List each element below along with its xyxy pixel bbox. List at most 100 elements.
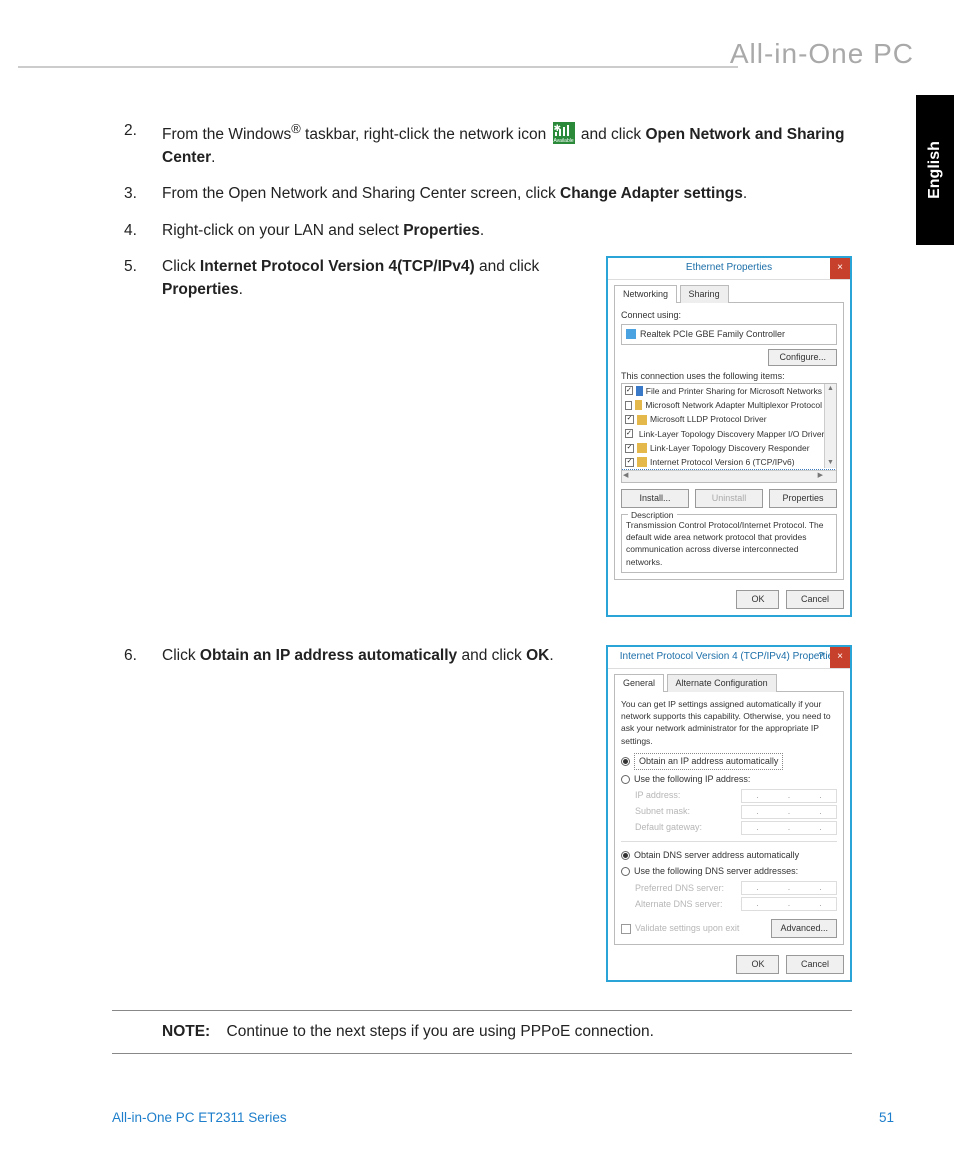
uses-items-label: This connection uses the following items… — [621, 370, 837, 383]
radio-use-ip[interactable]: Use the following IP address: — [621, 773, 837, 786]
protocol-list-item[interactable]: Link-Layer Topology Discovery Mapper I/O… — [622, 427, 836, 441]
install-button[interactable]: Install... — [621, 489, 689, 508]
bold-text: Internet Protocol Version 4(TCP/IPv4) — [200, 258, 475, 275]
intro-text: You can get IP settings assigned automat… — [621, 698, 837, 747]
step-2: 2. From the Windows® taskbar, right-clic… — [112, 120, 852, 169]
ethernet-properties-dialog: Ethernet Properties × Networking Sharing… — [606, 256, 852, 617]
checkbox-icon[interactable] — [625, 415, 634, 424]
dialog-titlebar: Internet Protocol Version 4 (TCP/IPv4) P… — [608, 647, 850, 669]
language-label: English — [926, 141, 944, 199]
checkbox-icon[interactable] — [625, 429, 633, 438]
help-icon[interactable]: ? — [812, 647, 830, 668]
step-number: 6. — [124, 645, 137, 667]
step-text: . — [743, 185, 747, 202]
ok-button[interactable]: OK — [736, 590, 779, 609]
step-number: 2. — [124, 120, 137, 142]
cancel-button[interactable]: Cancel — [786, 590, 844, 609]
configure-button[interactable]: Configure... — [768, 349, 837, 366]
bold-text: Change Adapter settings — [560, 185, 743, 202]
protocol-list-item[interactable]: Microsoft Network Adapter Multiplexor Pr… — [622, 398, 836, 412]
bold-text: Properties — [403, 222, 480, 239]
radio-label: Use the following IP address: — [634, 773, 750, 786]
radio-obtain-ip-auto[interactable]: Obtain an IP address automatically — [621, 753, 837, 770]
description-text: Transmission Control Protocol/Internet P… — [626, 520, 823, 567]
protocol-list-item[interactable]: Microsoft LLDP Protocol Driver — [622, 412, 836, 426]
protocol-label: Link-Layer Topology Discovery Responder — [650, 442, 810, 454]
scrollbar-vertical[interactable] — [824, 384, 836, 468]
adapter-field: Realtek PCIe GBE Family Controller — [621, 324, 837, 345]
protocol-label: Microsoft Network Adapter Multiplexor Pr… — [645, 399, 822, 411]
ok-button[interactable]: OK — [736, 955, 779, 974]
checkbox-icon[interactable] — [625, 401, 632, 410]
bold-text: Obtain an IP address automatically — [200, 647, 457, 664]
footer-series: All-in-One PC ET2311 Series — [112, 1110, 287, 1125]
alternate-dns-field: Alternate DNS server:... — [635, 897, 837, 911]
note-label: NOTE: — [162, 1023, 210, 1040]
close-icon[interactable]: × — [830, 647, 850, 668]
close-icon[interactable]: × — [830, 258, 850, 279]
step-number: 4. — [124, 220, 137, 242]
header-rule — [18, 66, 738, 68]
validate-label: Validate settings upon exit — [635, 922, 739, 935]
checkbox-icon[interactable] — [625, 444, 634, 453]
tab-general[interactable]: General — [614, 674, 664, 692]
bold-text: OK — [526, 647, 549, 664]
protocol-list[interactable]: File and Printer Sharing for Microsoft N… — [621, 383, 837, 483]
advanced-button[interactable]: Advanced... — [771, 919, 837, 938]
subnet-field: Subnet mask:... — [635, 805, 837, 819]
step-text: and click — [475, 258, 540, 275]
tab-alternate-config[interactable]: Alternate Configuration — [667, 674, 777, 692]
cancel-button[interactable]: Cancel — [786, 955, 844, 974]
dialog-title: Ethernet Properties — [686, 262, 772, 273]
step-text: Click — [162, 258, 200, 275]
bold-text: Properties — [162, 281, 239, 298]
tab-sharing[interactable]: Sharing — [680, 285, 729, 303]
description-box: Description Transmission Control Protoco… — [621, 514, 837, 573]
protocol-label: Microsoft LLDP Protocol Driver — [650, 413, 767, 425]
protocol-icon — [635, 400, 642, 410]
step-text: . — [239, 281, 243, 298]
step-number: 5. — [124, 256, 137, 278]
gateway-field: Default gateway:... — [635, 821, 837, 835]
step-number: 3. — [124, 183, 137, 205]
connect-using-label: Connect using: — [621, 309, 837, 322]
ip-address-field: IP address:... — [635, 789, 837, 803]
adapter-icon — [626, 329, 636, 339]
product-logo: All-in-One PC — [730, 38, 914, 70]
protocol-label: Internet Protocol Version 6 (TCP/IPv6) — [650, 456, 795, 468]
step-text: From the Windows — [162, 126, 291, 143]
checkbox-icon[interactable] — [625, 458, 634, 467]
scrollbar-horizontal[interactable] — [622, 470, 836, 482]
step-text: From the Open Network and Sharing Center… — [162, 185, 560, 202]
radio-use-dns[interactable]: Use the following DNS server addresses: — [621, 865, 837, 878]
protocol-list-item[interactable]: Internet Protocol Version 6 (TCP/IPv6) — [622, 455, 836, 469]
protocol-list-item[interactable]: File and Printer Sharing for Microsoft N… — [622, 384, 836, 398]
step-text: . — [480, 222, 484, 239]
preferred-dns-field: Preferred DNS server:... — [635, 881, 837, 895]
tab-networking[interactable]: Networking — [614, 285, 677, 303]
step-text: taskbar, right-click the network icon — [301, 126, 551, 143]
description-label: Description — [628, 509, 677, 521]
protocol-label: File and Printer Sharing for Microsoft N… — [646, 385, 822, 397]
note-text: Continue to the next steps if you are us… — [227, 1023, 654, 1040]
radio-dot-icon — [621, 851, 630, 860]
checkbox-icon[interactable] — [625, 386, 633, 395]
radio-obtain-dns-auto[interactable]: Obtain DNS server address automatically — [621, 849, 837, 862]
protocol-icon — [637, 443, 647, 453]
protocol-label: Link-Layer Topology Discovery Mapper I/O… — [639, 428, 825, 440]
properties-button[interactable]: Properties — [769, 489, 837, 508]
uninstall-button[interactable]: Uninstall — [695, 489, 763, 508]
protocol-icon — [637, 457, 647, 467]
step-text: and click — [581, 126, 646, 143]
step-text: and click — [457, 647, 526, 664]
validate-checkbox[interactable] — [621, 924, 631, 934]
protocol-icon — [636, 386, 643, 396]
radio-label: Obtain DNS server address automatically — [634, 849, 799, 862]
radio-dot-icon — [621, 757, 630, 766]
step-text: . — [211, 149, 215, 166]
step-4: 4. Right-click on your LAN and select Pr… — [112, 220, 852, 242]
step-text: Click — [162, 647, 200, 664]
protocol-list-item[interactable]: Link-Layer Topology Discovery Responder — [622, 441, 836, 455]
step-3: 3. From the Open Network and Sharing Cen… — [112, 183, 852, 205]
registered-mark: ® — [291, 121, 301, 136]
